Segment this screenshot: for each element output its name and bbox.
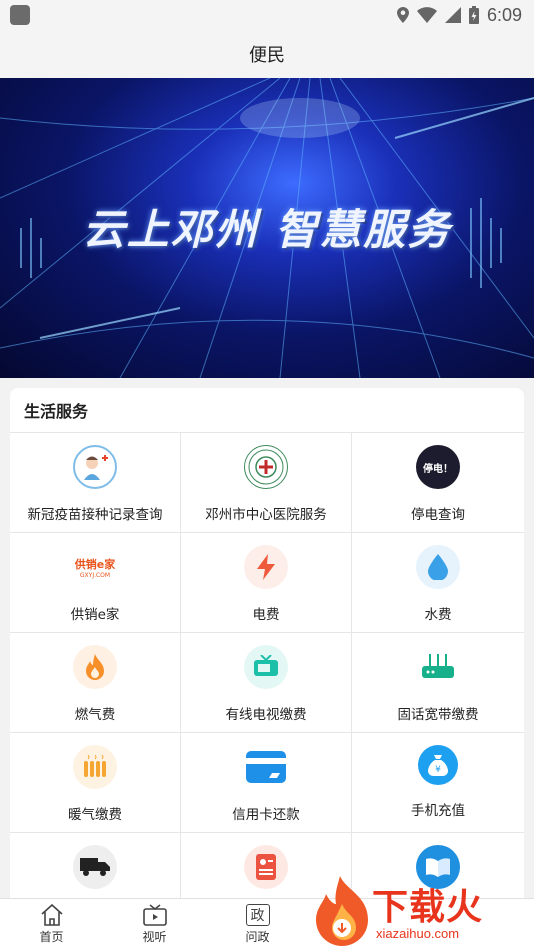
lightning-icon [244,545,288,589]
status-icons: 6:09 [396,4,522,26]
service-label: 暖气缴费 [68,807,122,823]
tab-inquiry[interactable]: 政 问政 [206,899,309,950]
home-icon [40,904,63,926]
service-label: 供销e家 [70,607,120,623]
signal-icon [444,7,461,23]
service-label: 有线电视缴费 [225,707,307,723]
watermark-overlay: 下载火 xiazaihuo.com [310,874,534,950]
service-water[interactable]: 水费 [352,533,524,633]
gxej-logo-icon: 供销e家 GXYJ.COM [65,545,125,589]
banner-image[interactable]: 云上邓州 智慧服务 [0,78,534,378]
service-vaccine-record[interactable]: 新冠疫苗接种记录查询 [10,433,181,533]
page-title: 便民 [249,45,285,66]
tab-audiovisual[interactable]: 视听 [103,899,206,950]
service-label: 新冠疫苗接种记录查询 [27,507,163,523]
location-icon [396,7,409,23]
flame-icon [73,645,117,689]
tv-tab-icon [142,904,167,926]
gxej-logo-sub: GXYJ.COM [79,571,111,579]
heater-icon [73,745,117,789]
service-label: 燃气费 [74,707,116,723]
tab-home[interactable]: 首页 [0,899,103,950]
truck-icon [73,845,117,889]
service-electricity[interactable]: 电费 [181,533,352,633]
hospital-logo-icon [244,445,288,489]
tv-icon [244,645,288,689]
service-label: 水费 [424,607,452,623]
zheng-glyph: 政 [250,908,265,924]
nurse-icon [73,445,117,489]
section-title: 生活服务 [10,388,524,433]
id-card-icon [244,845,288,889]
gxej-logo-text: 供销e家 [74,557,116,571]
service-label: 信用卡还款 [232,807,300,823]
service-mobile-topup[interactable]: ¥ 手机充值 [352,733,524,833]
service-power-outage[interactable]: 停电！ 停电查询 [352,433,524,533]
service-label: 邓州市中心医院服务 [205,507,327,523]
flame-logo-icon [316,876,368,946]
water-drop-icon [416,545,460,589]
life-services-card: 生活服务 新冠疫苗接种记录查询 邓州市中心医院服务 停电！ 停电查询 供销e家 … [10,388,524,898]
tab-label: 问政 [245,930,270,944]
title-bar: 便民 [0,30,534,78]
battery-icon [468,6,479,24]
tab-label: 首页 [39,930,64,944]
watermark-text: 下载火 [372,887,484,928]
service-broadband[interactable]: 固话宽带缴费 [352,633,524,733]
power-outage-icon: 停电！ [416,445,460,489]
service-cable-tv[interactable]: 有线电视缴费 [181,633,352,733]
service-label: 电费 [252,607,280,623]
notification-icon [10,5,30,25]
tab-label: 视听 [142,930,167,944]
service-gas[interactable]: 燃气费 [10,633,181,733]
service-label: 停电查询 [411,507,465,523]
money-bag-icon: ¥ [418,745,458,785]
service-gxej[interactable]: 供销e家 GXYJ.COM 供销e家 [10,533,181,633]
watermark-url: xiazaihuo.com [376,926,460,941]
router-icon [416,645,460,689]
zheng-icon: 政 [245,904,270,926]
service-grid: 新冠疫苗接种记录查询 邓州市中心医院服务 停电！ 停电查询 供销e家 GXYJ.… [10,433,524,898]
outage-badge-text: 停电！ [423,463,453,475]
credit-card-icon [244,745,288,789]
service-label: 固话宽带缴费 [397,707,479,723]
service-dengzhou-hospital[interactable]: 邓州市中心医院服务 [181,433,352,533]
status-bar: 6:09 [0,0,534,30]
clock: 6:09 [486,4,522,25]
service-heating[interactable]: 暖气缴费 [10,733,181,833]
wifi-icon [416,7,437,23]
svg-text:¥: ¥ [435,765,441,775]
banner-text: 云上邓州 智慧服务 [82,205,452,254]
service-logistics[interactable] [10,833,181,898]
service-credit-card[interactable]: 信用卡还款 [181,733,352,833]
service-label: 手机充值 [411,803,465,819]
